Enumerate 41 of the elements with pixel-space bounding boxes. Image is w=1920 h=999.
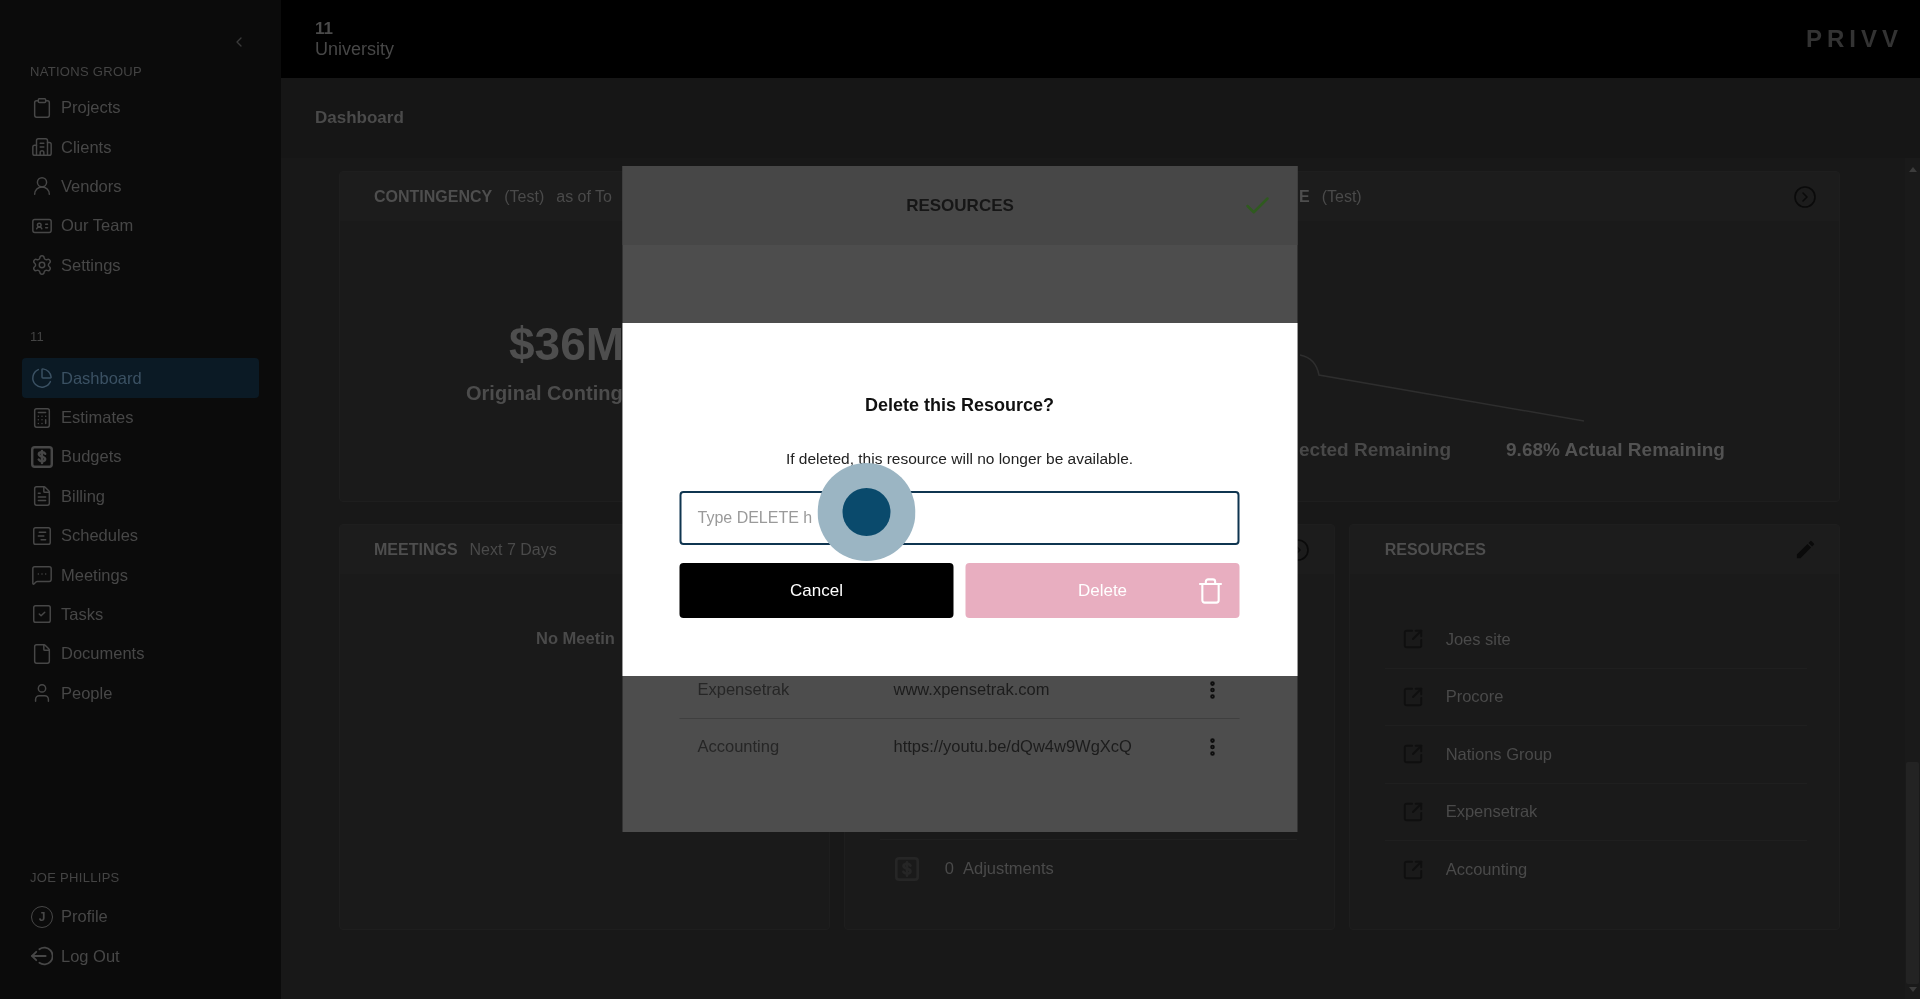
section-label: 11 (29, 329, 45, 345)
sidebar-item[interactable]: Vendors (22, 166, 259, 207)
file-icon (31, 642, 53, 665)
sidebar-item[interactable]: Estimates (22, 397, 259, 438)
dollar-square-icon (31, 445, 53, 468)
building-icon (31, 136, 53, 159)
trash-icon (1196, 576, 1225, 605)
chat-bubble-icon (31, 564, 53, 587)
dialog-message: If deleted, this resource will no longer be available. (785, 449, 1134, 469)
sidebar-item[interactable]: People (22, 673, 259, 713)
sidebar-item[interactable]: Billing (22, 476, 259, 516)
project-number: 11 (315, 18, 333, 39)
sidebar-item[interactable]: Budgets (22, 437, 259, 477)
logout-icon (31, 945, 53, 968)
scroll-up-arrow-icon[interactable] (1908, 167, 1917, 172)
section-label: JOE PHILLIPS (29, 870, 120, 886)
gantt-chart-icon (31, 524, 53, 547)
pie-chart-icon (31, 367, 53, 390)
sidebar-item[interactable]: Log Out (22, 936, 259, 976)
settings-icon (31, 254, 53, 277)
sidebar-item[interactable]: Schedules (22, 516, 259, 556)
sidebar-item[interactable]: Settings (22, 245, 259, 285)
sidebar-item[interactable]: Our Team (22, 206, 259, 246)
sidebar-item[interactable]: Dashboard (22, 358, 259, 398)
sidebar-item[interactable]: Tasks (22, 594, 259, 635)
scroll-down-arrow-icon[interactable] (1908, 987, 1917, 992)
section-label: NATIONS GROUP (29, 63, 142, 79)
project-name: University (315, 38, 394, 60)
user-icon (31, 175, 53, 198)
sidebar-item[interactable]: Projects (22, 88, 259, 128)
sidebar-item[interactable]: J Profile (22, 897, 259, 937)
remaining-label: 9.68% Actual Remaining (1506, 438, 1725, 462)
dialog-title: Delete this Resource? (864, 394, 1055, 417)
sidebar-item[interactable]: Clients (22, 127, 259, 167)
clipboard-icon (31, 96, 53, 119)
document-icon (31, 485, 53, 508)
calculator-icon (31, 406, 53, 429)
cancel-button[interactable]: Cancel (679, 563, 954, 618)
sidebar-item[interactable]: Meetings (22, 555, 259, 595)
checkbox-icon (31, 603, 53, 626)
sidebar-item[interactable]: Documents (22, 634, 259, 674)
